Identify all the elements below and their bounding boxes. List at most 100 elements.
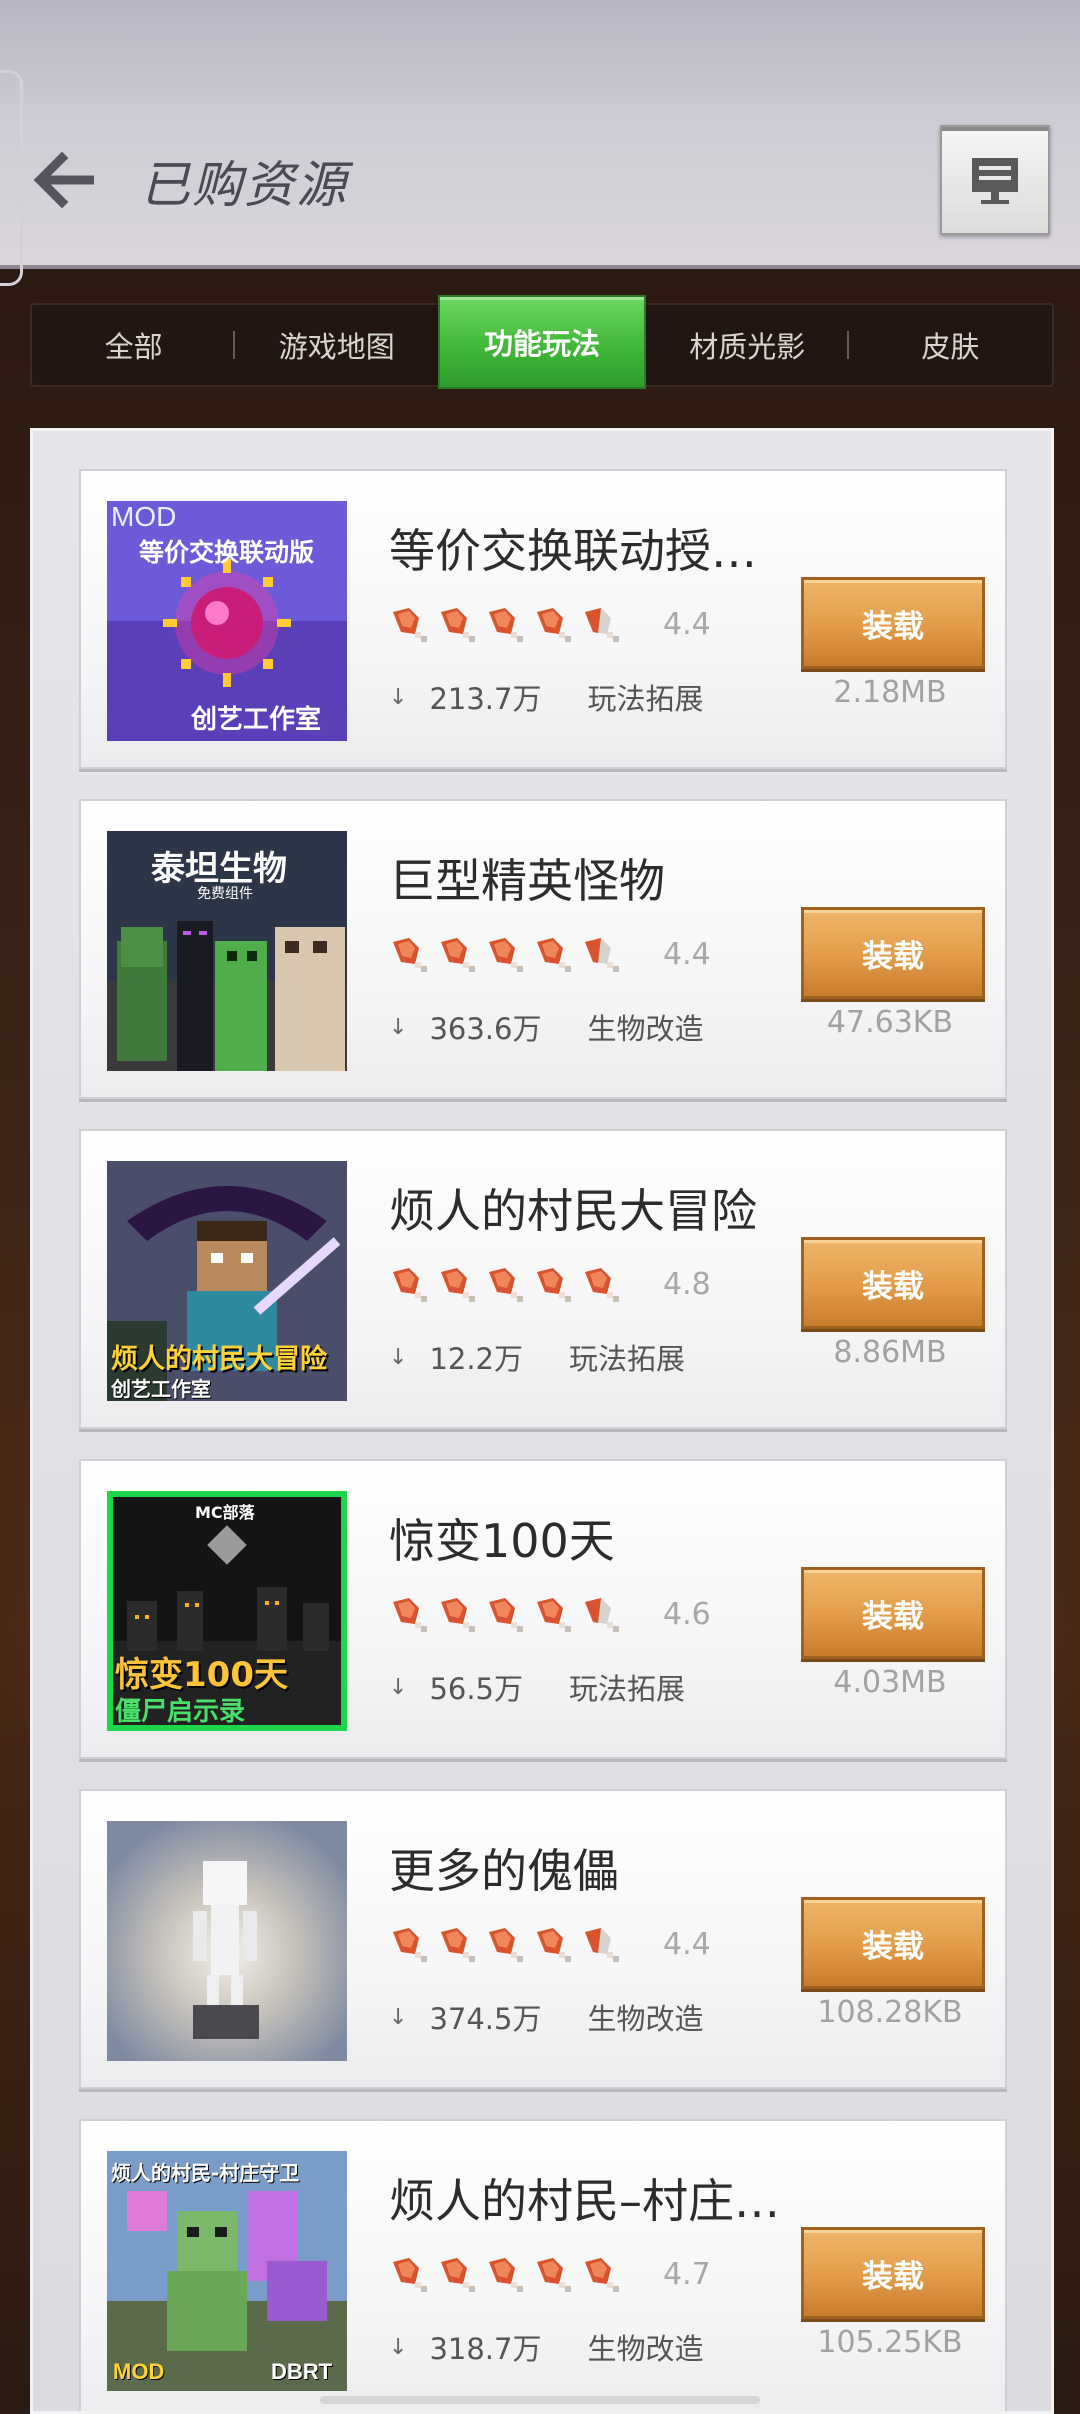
thumb-mod-label: MOD: [111, 501, 177, 532]
rating-score: 4.7: [663, 2256, 711, 2292]
rating-stars: 4.4: [389, 934, 711, 974]
drumstick-icon: [489, 2258, 523, 2292]
category-label: 生物改造: [587, 2002, 704, 2036]
download-count: 56.5万: [429, 1672, 524, 1706]
list-item[interactable]: MC部落 惊变100天 僵尸启示录 惊变100天 4.6 ↓ 56.5万 玩法拓…: [79, 1459, 1007, 1759]
monitor-feedback-icon: [972, 158, 1018, 204]
item-meta: ↓ 318.7万 生物改造: [389, 2326, 703, 2368]
list-item[interactable]: 烦人的村民-村庄守卫 MOD DBRT 烦人的村民–村庄… 4.7 ↓ 318.…: [79, 2119, 1007, 2411]
rating-stars: 4.4: [389, 1924, 711, 1964]
download-count: 363.6万: [429, 1012, 542, 1046]
thumb-right-label: DBRT: [271, 2359, 333, 2384]
drumstick-icon: [393, 2258, 427, 2292]
category-label: 生物改造: [587, 2332, 704, 2366]
download-count: 12.2万: [429, 1342, 524, 1376]
drumstick-icon: [489, 938, 523, 972]
list-item[interactable]: 泰坦生物 免费组件 巨型精英怪物 4.4 ↓ 363.6万 生物改造 装载 47…: [79, 799, 1007, 1099]
half-drumstick-icon: [585, 1928, 619, 1962]
half-drumstick-icon: [585, 1598, 619, 1632]
drumstick-icon: [537, 1928, 571, 1962]
half-drumstick-icon: [585, 608, 619, 642]
drumstick-icon: [441, 1268, 475, 1302]
item-meta: ↓ 12.2万 玩法拓展: [389, 1336, 685, 1378]
install-button[interactable]: 装载: [801, 2227, 985, 2319]
tab-game-maps[interactable]: 游戏地图: [235, 305, 438, 385]
thumb-banner: 等价交换联动版: [139, 538, 315, 567]
drumstick-icon: [489, 1268, 523, 1302]
rating-stars: 4.4: [389, 604, 711, 644]
scroll-indicator[interactable]: [320, 2396, 760, 2404]
file-size: 47.63KB: [826, 1005, 954, 1040]
rating-score: 4.8: [663, 1266, 711, 1302]
thumb-title: 烦人的村民大冒险: [111, 1344, 327, 1375]
item-meta: ↓ 213.7万 玩法拓展: [389, 676, 703, 718]
drumstick-icon: [393, 1928, 427, 1962]
item-name: 巨型精英怪物: [389, 854, 665, 908]
thumb-caption: 创艺工作室: [191, 705, 322, 735]
drumstick-icon: [441, 938, 475, 972]
list-item[interactable]: MOD 等价交换联动版 创艺工作室 等价交换联动授… 4.4 ↓ 213.7万 …: [79, 469, 1007, 769]
back-button[interactable]: [30, 150, 100, 210]
download-icon: ↓: [389, 2334, 408, 2360]
item-name: 烦人的村民–村庄…: [389, 2174, 780, 2228]
download-count: 213.7万: [429, 682, 542, 716]
item-name: 更多的傀儡: [389, 1844, 619, 1898]
item-meta: ↓ 363.6万 生物改造: [389, 1006, 703, 1048]
item-name: 惊变100天: [389, 1514, 615, 1568]
file-size: 2.18MB: [833, 675, 947, 710]
install-button[interactable]: 装载: [801, 1237, 985, 1329]
top-bar: 已购资源: [0, 0, 1080, 286]
item-thumbnail: MOD 等价交换联动版 创艺工作室: [107, 501, 347, 741]
feedback-button[interactable]: [940, 125, 1050, 235]
item-thumbnail: 泰坦生物 免费组件: [107, 831, 347, 1071]
tab-all[interactable]: 全部: [32, 305, 236, 385]
thumb-title: 惊变100天: [115, 1655, 288, 1695]
item-meta: ↓ 56.5万 玩法拓展: [389, 1666, 685, 1708]
thumb-left-label: MOD: [113, 2359, 165, 2384]
install-button[interactable]: 装载: [801, 577, 985, 669]
half-drumstick-icon: [585, 938, 619, 972]
drumstick-icon: [393, 1268, 427, 1302]
file-size: 4.03MB: [833, 1665, 947, 1700]
download-icon: ↓: [389, 1674, 408, 1700]
category-label: 玩法拓展: [569, 1342, 686, 1376]
thumb-title: 烦人的村民-村庄守卫: [111, 2161, 300, 2185]
install-button[interactable]: 装载: [801, 1897, 985, 1989]
rating-score: 4.4: [663, 606, 711, 642]
tab-textures-shaders[interactable]: 材质光影: [646, 305, 850, 385]
rating-stars: 4.7: [389, 2254, 711, 2294]
file-size: 105.25KB: [817, 2325, 963, 2360]
drumstick-icon: [393, 938, 427, 972]
tab-gameplay[interactable]: 功能玩法: [438, 295, 646, 389]
drumstick-icon: [441, 2258, 475, 2292]
download-icon: ↓: [389, 1014, 408, 1040]
item-thumbnail: 烦人的村民大冒险 创艺工作室: [107, 1161, 347, 1401]
tab-skins[interactable]: 皮肤: [849, 305, 1052, 385]
file-size: 8.86MB: [833, 1335, 947, 1370]
rating-score: 4.4: [663, 1926, 711, 1962]
drumstick-icon: [441, 1598, 475, 1632]
thumb-subtitle: 僵尸启示录: [115, 1697, 246, 1727]
thumb-subtitle: 免费组件: [197, 886, 253, 902]
item-thumbnail: [107, 1821, 347, 2061]
category-label: 玩法拓展: [587, 682, 704, 716]
arrow-left-icon: [33, 152, 94, 208]
rating-stars: 4.8: [389, 1264, 711, 1304]
drumstick-icon: [537, 1268, 571, 1302]
rating-score: 4.4: [663, 936, 711, 972]
thumb-top-label: MC部落: [195, 1503, 255, 1522]
install-button[interactable]: 装载: [801, 907, 985, 999]
list-item[interactable]: 烦人的村民大冒险 创艺工作室 烦人的村民大冒险 4.8 ↓ 12.2万 玩法拓展…: [79, 1129, 1007, 1429]
list-item[interactable]: 更多的傀儡 4.4 ↓ 374.5万 生物改造 装载 108.28KB: [79, 1789, 1007, 2089]
install-button[interactable]: 装载: [801, 1567, 985, 1659]
download-icon: ↓: [389, 684, 408, 710]
resource-list[interactable]: MOD 等价交换联动版 创艺工作室 等价交换联动授… 4.4 ↓ 213.7万 …: [30, 428, 1054, 2414]
side-edge-decoration: [0, 70, 23, 286]
drumstick-icon: [585, 2258, 619, 2292]
drumstick-icon: [441, 608, 475, 642]
drumstick-icon: [537, 938, 571, 972]
download-count: 374.5万: [429, 2002, 542, 2036]
drumstick-icon: [537, 608, 571, 642]
drumstick-icon: [537, 2258, 571, 2292]
download-icon: ↓: [389, 1344, 408, 1370]
